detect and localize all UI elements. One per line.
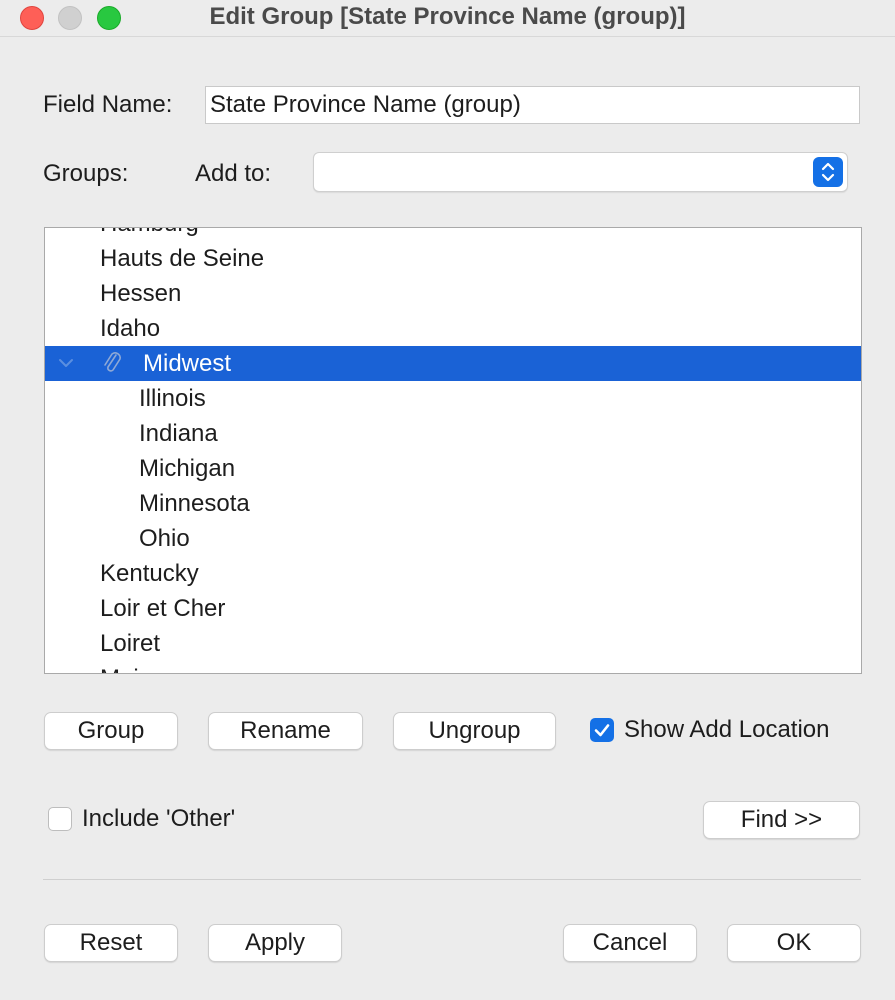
- list-item[interactable]: Loir et Cher: [45, 591, 861, 626]
- checkmark-icon: [594, 724, 610, 737]
- list-item[interactable]: Kentucky: [45, 556, 861, 591]
- list-item-label: Loiret: [100, 630, 161, 657]
- edit-group-dialog: Edit Group [State Province Name (group)]…: [0, 0, 895, 1000]
- list-item-label: Maine: [100, 661, 165, 673]
- group-row[interactable]: Midwest: [45, 346, 861, 381]
- list-item[interactable]: Michigan: [45, 451, 861, 486]
- list-item-label: Idaho: [100, 315, 161, 342]
- ok-button[interactable]: OK: [727, 924, 861, 962]
- list-item-label: Hamburg: [100, 228, 199, 241]
- list-item[interactable]: Hamburg: [45, 228, 861, 241]
- list-item-label: Hessen: [100, 280, 182, 307]
- list-item-label: Michigan: [139, 455, 236, 482]
- up-down-chevron-icon: [813, 157, 843, 187]
- ungroup-button[interactable]: Ungroup: [393, 712, 556, 750]
- list-item[interactable]: Ohio: [45, 521, 861, 556]
- find-button[interactable]: Find >>: [703, 801, 860, 839]
- field-name-input[interactable]: [205, 86, 860, 124]
- cancel-button[interactable]: Cancel: [563, 924, 697, 962]
- reset-button[interactable]: Reset: [44, 924, 178, 962]
- list-item-label: Hauts de Seine: [100, 245, 265, 272]
- rename-button[interactable]: Rename: [208, 712, 363, 750]
- list-item-label: Ohio: [139, 525, 190, 552]
- list-item[interactable]: Loiret: [45, 626, 861, 661]
- list-item-label: Illinois: [139, 385, 206, 412]
- add-to-label: Add to:: [195, 160, 272, 187]
- list-item[interactable]: Hauts de Seine: [45, 241, 861, 276]
- paperclip-icon: [104, 352, 121, 372]
- close-window-button[interactable]: [20, 6, 44, 30]
- chevron-down-icon[interactable]: [57, 346, 75, 381]
- show-add-location-label: Show Add Location: [624, 716, 830, 743]
- add-to-select[interactable]: [313, 152, 848, 192]
- field-name-label: Field Name:: [43, 91, 173, 118]
- list-item-label: Kentucky: [100, 560, 199, 587]
- title-bar: Edit Group [State Province Name (group)]: [0, 0, 895, 37]
- groups-label: Groups:: [43, 160, 129, 187]
- list-item[interactable]: Illinois: [45, 381, 861, 416]
- list-item-label: Indiana: [139, 420, 218, 447]
- list-item[interactable]: Minnesota: [45, 486, 861, 521]
- window-title: Edit Group [State Province Name (group)]: [209, 3, 686, 30]
- list-item-label: Midwest: [143, 350, 232, 377]
- list-item[interactable]: Hessen: [45, 276, 861, 311]
- divider: [43, 879, 861, 880]
- include-other-label: Include 'Other': [82, 805, 236, 832]
- group-button[interactable]: Group: [44, 712, 178, 750]
- list-item-label: Loir et Cher: [100, 595, 226, 622]
- minimize-window-button[interactable]: [58, 6, 82, 30]
- list-item[interactable]: Idaho: [45, 311, 861, 346]
- include-other-checkbox[interactable]: [48, 807, 72, 831]
- list-item[interactable]: Indiana: [45, 416, 861, 451]
- zoom-window-button[interactable]: [97, 6, 121, 30]
- list-item-label: Minnesota: [139, 490, 250, 517]
- group-members-list[interactable]: Hamburg Hauts de Seine Hessen Idaho Midwest I…: [44, 227, 862, 674]
- apply-button[interactable]: Apply: [208, 924, 342, 962]
- show-add-location-checkbox[interactable]: [590, 718, 614, 742]
- list-item[interactable]: Maine: [45, 661, 861, 673]
